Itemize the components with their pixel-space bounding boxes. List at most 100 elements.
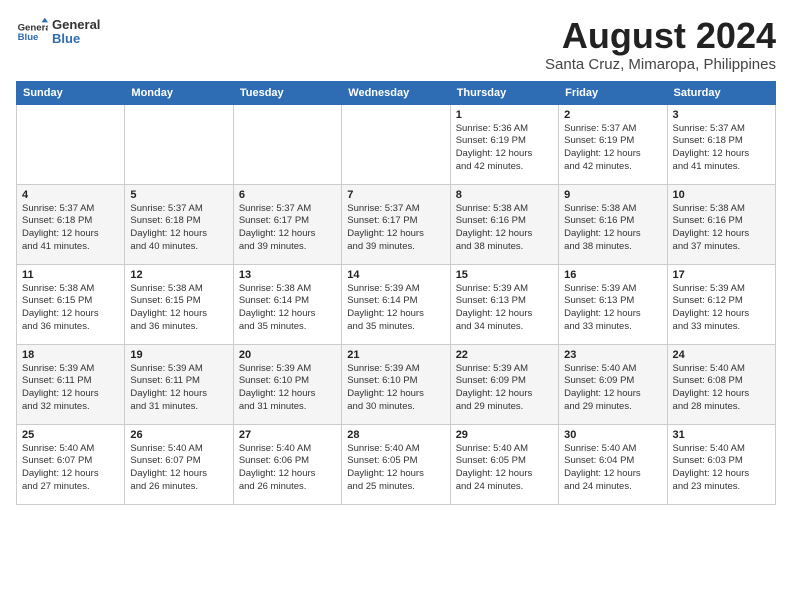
day-info: Sunrise: 5:39 AMSunset: 6:14 PMDaylight:… [347,283,444,334]
day-cell-6: 6 Sunrise: 5:37 AMSunset: 6:17 PMDaylight… [233,184,341,264]
day-number: 7 [347,189,444,201]
day-number: 29 [456,429,553,441]
day-info: Sunrise: 5:39 AMSunset: 6:11 PMDaylight:… [130,363,227,414]
day-number: 2 [564,109,661,121]
day-number: 30 [564,429,661,441]
day-number: 11 [22,269,119,281]
day-cell-12: 12Sunrise: 5:38 AMSunset: 6:15 PMDayligh… [125,264,233,344]
day-cell-15: 15 Sunrise: 5:39 AMSunset: 6:13 PMDayligh… [450,264,558,344]
day-cell-21: 21Sunrise: 5:39 AMSunset: 6:10 PMDayligh… [342,344,450,424]
day-number: 10 [673,189,770,201]
day-cell-empty [342,104,450,184]
day-number: 4 [22,189,119,201]
day-number: 17 [673,269,770,281]
day-info: Sunrise: 5:37 AMSunset: 6:18 PMDaylight:… [22,203,119,254]
day-info: Sunrise: 5:40 AMSunset: 6:09 PMDaylight:… [564,363,661,414]
day-cell-10: 10 Sunrise: 5:38 AMSunset: 6:16 PMDayligh… [667,184,775,264]
calendar-body: 1Sunrise: 5:36 AMSunset: 6:19 PMDaylight… [17,104,776,504]
day-info: Sunrise: 5:40 AMSunset: 6:04 PMDaylight:… [564,443,661,494]
day-cell-empty [233,104,341,184]
day-info: Sunrise: 5:40 AMSunset: 6:07 PMDaylight:… [22,443,119,494]
day-info: Sunrise: 5:39 AMSunset: 6:11 PMDaylight:… [22,363,119,414]
header-day-friday: Friday [559,81,667,104]
header-day-tuesday: Tuesday [233,81,341,104]
day-number: 21 [347,349,444,361]
day-cell-18: 18 Sunrise: 5:39 AMSunset: 6:11 PMDayligh… [17,344,125,424]
location-subtitle: Santa Cruz, Mimaropa, Philippines [545,56,776,73]
logo: General Blue General Blue [16,16,100,48]
day-number: 25 [22,429,119,441]
day-number: 28 [347,429,444,441]
day-cell-20: 20Sunrise: 5:39 AMSunset: 6:10 PMDayligh… [233,344,341,424]
day-cell-30: 30 Sunrise: 5:40 AMSunset: 6:04 PMDayligh… [559,424,667,504]
day-cell-29: 29 Sunrise: 5:40 AMSunset: 6:05 PMDayligh… [450,424,558,504]
day-number: 22 [456,349,553,361]
logo-blue: Blue [52,32,100,46]
day-info: Sunrise: 5:40 AMSunset: 6:06 PMDaylight:… [239,443,336,494]
day-cell-1: 1Sunrise: 5:36 AMSunset: 6:19 PMDaylight… [450,104,558,184]
calendar-header: SundayMondayTuesdayWednesdayThursdayFrid… [17,81,776,104]
day-cell-14: 14Sunrise: 5:39 AMSunset: 6:14 PMDayligh… [342,264,450,344]
day-number: 26 [130,429,227,441]
month-year-title: August 2024 [545,16,776,56]
day-cell-16: 16 Sunrise: 5:39 AMSunset: 6:13 PMDayligh… [559,264,667,344]
day-info: Sunrise: 5:38 AMSunset: 6:16 PMDaylight:… [456,203,553,254]
header-day-saturday: Saturday [667,81,775,104]
day-cell-empty [17,104,125,184]
day-cell-19: 19 Sunrise: 5:39 AMSunset: 6:11 PMDayligh… [125,344,233,424]
day-number: 16 [564,269,661,281]
day-number: 15 [456,269,553,281]
day-cell-13: 13Sunrise: 5:38 AMSunset: 6:14 PMDayligh… [233,264,341,344]
day-number: 3 [673,109,770,121]
day-cell-28: 28Sunrise: 5:40 AMSunset: 6:05 PMDayligh… [342,424,450,504]
day-info: Sunrise: 5:40 AMSunset: 6:07 PMDaylight:… [130,443,227,494]
day-number: 12 [130,269,227,281]
day-info: Sunrise: 5:38 AMSunset: 6:16 PMDaylight:… [564,203,661,254]
day-cell-23: 23 Sunrise: 5:40 AMSunset: 6:09 PMDayligh… [559,344,667,424]
day-cell-27: 27Sunrise: 5:40 AMSunset: 6:06 PMDayligh… [233,424,341,504]
day-cell-25: 25 Sunrise: 5:40 AMSunset: 6:07 PMDayligh… [17,424,125,504]
header-day-thursday: Thursday [450,81,558,104]
header-day-wednesday: Wednesday [342,81,450,104]
day-info: Sunrise: 5:38 AMSunset: 6:16 PMDaylight:… [673,203,770,254]
day-info: Sunrise: 5:40 AMSunset: 6:03 PMDaylight:… [673,443,770,494]
day-number: 19 [130,349,227,361]
header-row: SundayMondayTuesdayWednesdayThursdayFrid… [17,81,776,104]
day-number: 23 [564,349,661,361]
day-number: 5 [130,189,227,201]
day-info: Sunrise: 5:40 AMSunset: 6:08 PMDaylight:… [673,363,770,414]
day-number: 8 [456,189,553,201]
logo-icon: General Blue [16,16,48,48]
day-cell-4: 4 Sunrise: 5:37 AMSunset: 6:18 PMDaylight… [17,184,125,264]
day-number: 1 [456,109,553,121]
day-cell-17: 17Sunrise: 5:39 AMSunset: 6:12 PMDayligh… [667,264,775,344]
week-row-3: 11 Sunrise: 5:38 AMSunset: 6:15 PMDayligh… [17,264,776,344]
header-day-sunday: Sunday [17,81,125,104]
day-cell-24: 24 Sunrise: 5:40 AMSunset: 6:08 PMDayligh… [667,344,775,424]
day-info: Sunrise: 5:37 AMSunset: 6:18 PMDaylight:… [673,123,770,174]
day-info: Sunrise: 5:39 AMSunset: 6:13 PMDaylight:… [456,283,553,334]
day-number: 6 [239,189,336,201]
day-cell-empty [125,104,233,184]
calendar-table: SundayMondayTuesdayWednesdayThursdayFrid… [16,81,776,505]
day-info: Sunrise: 5:39 AMSunset: 6:13 PMDaylight:… [564,283,661,334]
day-cell-7: 7 Sunrise: 5:37 AMSunset: 6:17 PMDaylight… [342,184,450,264]
day-number: 13 [239,269,336,281]
day-number: 18 [22,349,119,361]
day-number: 20 [239,349,336,361]
day-cell-8: 8 Sunrise: 5:38 AMSunset: 6:16 PMDaylight… [450,184,558,264]
day-info: Sunrise: 5:37 AMSunset: 6:17 PMDaylight:… [347,203,444,254]
svg-text:Blue: Blue [18,32,39,43]
day-info: Sunrise: 5:38 AMSunset: 6:15 PMDaylight:… [22,283,119,334]
day-cell-2: 2Sunrise: 5:37 AMSunset: 6:19 PMDaylight… [559,104,667,184]
day-number: 24 [673,349,770,361]
day-info: Sunrise: 5:40 AMSunset: 6:05 PMDaylight:… [456,443,553,494]
title-block: August 2024 Santa Cruz, Mimaropa, Philip… [545,16,776,73]
week-row-1: 1Sunrise: 5:36 AMSunset: 6:19 PMDaylight… [17,104,776,184]
day-info: Sunrise: 5:37 AMSunset: 6:17 PMDaylight:… [239,203,336,254]
logo-general: General [52,18,100,32]
day-info: Sunrise: 5:37 AMSunset: 6:18 PMDaylight:… [130,203,227,254]
page-header: General Blue General Blue August 2024 Sa… [16,16,776,73]
day-info: Sunrise: 5:39 AMSunset: 6:09 PMDaylight:… [456,363,553,414]
day-cell-22: 22 Sunrise: 5:39 AMSunset: 6:09 PMDayligh… [450,344,558,424]
